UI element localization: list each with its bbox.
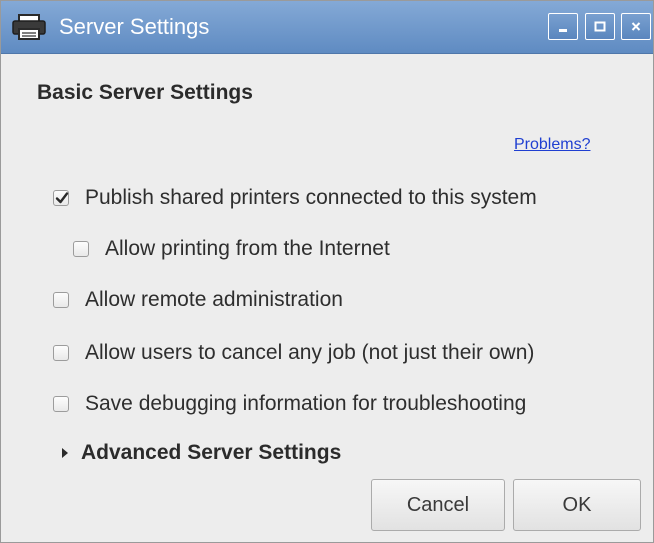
option-label: Allow users to cancel any job (not just … xyxy=(85,341,535,364)
option-allow-cancel-any-job[interactable]: Allow users to cancel any job (not just … xyxy=(53,338,534,368)
allow-remote-admin-checkbox[interactable] xyxy=(53,292,69,308)
option-allow-internet-printing[interactable]: Allow printing from the Internet xyxy=(73,234,390,264)
option-allow-remote-admin[interactable]: Allow remote administration xyxy=(53,285,343,315)
checkmark-icon xyxy=(55,192,69,204)
printer-icon xyxy=(12,14,46,40)
allow-internet-printing-checkbox[interactable] xyxy=(73,241,89,257)
ok-button[interactable]: OK xyxy=(513,479,641,531)
minimize-icon xyxy=(559,29,567,32)
cancel-button[interactable]: Cancel xyxy=(371,479,505,531)
server-settings-window: Server Settings Basic Server Settings Pr… xyxy=(0,0,654,543)
publish-shared-printers-checkbox[interactable] xyxy=(53,190,69,206)
advanced-settings-label: Advanced Server Settings xyxy=(81,441,342,464)
option-label: Allow remote administration xyxy=(85,288,343,311)
option-label: Allow printing from the Internet xyxy=(105,237,390,260)
expander-arrow-icon xyxy=(62,448,68,458)
option-label: Publish shared printers connected to thi… xyxy=(85,186,537,209)
minimize-button[interactable] xyxy=(548,13,578,40)
maximize-icon xyxy=(594,21,606,32)
maximize-button[interactable] xyxy=(585,13,615,40)
title-bar[interactable]: Server Settings xyxy=(1,1,653,54)
close-icon xyxy=(631,22,641,31)
save-debugging-info-checkbox[interactable] xyxy=(53,396,69,412)
close-button[interactable] xyxy=(621,13,651,40)
option-save-debugging-info[interactable]: Save debugging information for troublesh… xyxy=(53,389,526,419)
section-title: Basic Server Settings xyxy=(37,81,253,104)
allow-cancel-any-job-checkbox[interactable] xyxy=(53,345,69,361)
problems-link[interactable]: Problems? xyxy=(514,136,590,154)
advanced-settings-expander[interactable]: Advanced Server Settings xyxy=(59,438,341,468)
window-title: Server Settings xyxy=(59,14,210,39)
option-label: Save debugging information for troublesh… xyxy=(85,392,527,415)
option-publish-shared-printers[interactable]: Publish shared printers connected to thi… xyxy=(53,183,537,213)
